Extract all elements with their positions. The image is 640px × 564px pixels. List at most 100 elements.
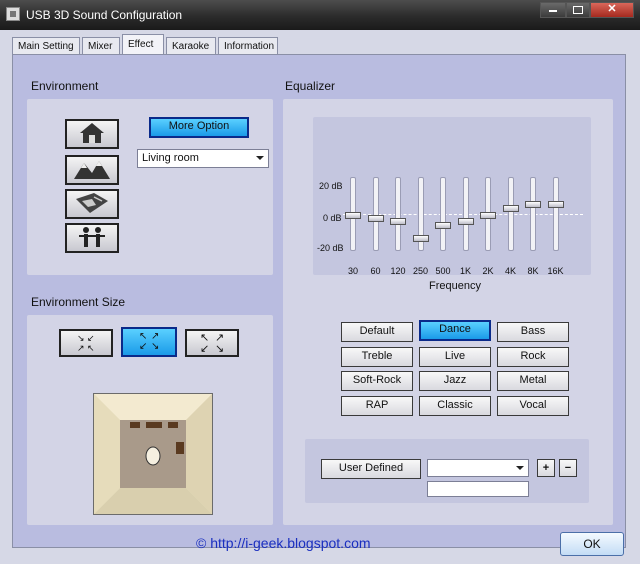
eq-slider-thumb-16K[interactable] (547, 201, 564, 209)
app-icon (6, 7, 20, 21)
svg-text:↘: ↘ (215, 343, 224, 353)
preset-jazz-button[interactable]: Jazz (419, 371, 491, 391)
freq-label-8K: 8K (527, 266, 539, 276)
environment-group: More Option Living room (27, 99, 273, 275)
window-title: USB 3D Sound Configuration (26, 8, 183, 22)
eq-slider-120[interactable] (390, 177, 406, 251)
tab-mixer[interactable]: Mixer (82, 37, 120, 55)
equalizer-heading: Equalizer (285, 79, 336, 93)
eq-slider-500[interactable] (435, 177, 451, 251)
freq-label-250: 250 (412, 266, 429, 276)
eq-slider-thumb-60[interactable] (367, 214, 384, 222)
large-room-icon: ↖ ↗ ↙ ↘ (200, 332, 224, 353)
svg-text:↗: ↗ (77, 343, 85, 353)
size-small-button[interactable]: ↘ ↙ ↗ ↖ (59, 329, 113, 357)
user-preset-name-field[interactable] (427, 481, 529, 497)
db-label-zero: 0 dB (323, 213, 342, 223)
people-icon (79, 227, 105, 247)
close-button[interactable]: ✕ (590, 2, 634, 18)
freq-label-500: 500 (435, 266, 451, 276)
eq-slider-thumb-4K[interactable] (502, 204, 519, 212)
size-medium-button[interactable]: ↖ ↗ ↙ ↘ (121, 327, 177, 357)
freq-label-1K: 1K (459, 266, 471, 276)
preset-dance-button[interactable]: Dance (419, 320, 491, 341)
svg-text:↙: ↙ (139, 341, 147, 351)
eq-slider-thumb-120[interactable] (390, 218, 406, 226)
eq-slider-thumb-250[interactable] (412, 234, 429, 242)
effect-panel: Environment More Option Living room Envi… (12, 54, 626, 548)
eq-slider-thumb-500[interactable] (435, 221, 451, 229)
room-preview (93, 393, 213, 515)
freq-label-2K: 2K (482, 266, 494, 276)
eq-slider-thumb-8K[interactable] (525, 201, 541, 209)
environment-select-value: Living room (142, 152, 199, 164)
preset-soft-rock-button[interactable]: Soft-Rock (341, 371, 413, 391)
eq-slider-16K[interactable] (547, 177, 564, 251)
website-link[interactable]: © http://i-geek.blogspot.com (196, 535, 371, 551)
chevron-down-icon (516, 466, 524, 470)
environment-select[interactable]: Living room (137, 149, 269, 168)
eq-slider-thumb-2K[interactable] (480, 211, 496, 219)
add-preset-button[interactable]: + (537, 459, 555, 477)
preset-rap-button[interactable]: RAP (341, 396, 413, 416)
preset-bass-button[interactable]: Bass (497, 322, 569, 342)
preset-rock-button[interactable]: Rock (497, 347, 569, 367)
preset-default-button[interactable]: Default (341, 322, 413, 342)
tab-karaoke[interactable]: Karaoke (166, 37, 216, 55)
eq-slider-250[interactable] (412, 177, 429, 251)
db-label-top: 20 dB (319, 181, 343, 191)
freq-label-30: 30 (347, 266, 358, 276)
small-room-icon: ↘ ↙ ↗ ↖ (77, 333, 95, 353)
ok-button[interactable]: OK (560, 532, 624, 556)
freq-label-16K: 16K (547, 266, 564, 276)
preset-treble-button[interactable]: Treble (341, 347, 413, 367)
svg-text:↙: ↙ (200, 343, 209, 353)
preset-classic-button[interactable]: Classic (419, 396, 491, 416)
eq-slider-30[interactable] (345, 177, 361, 251)
preset-metal-button[interactable]: Metal (497, 371, 569, 391)
env-mountains-button[interactable] (65, 155, 119, 185)
minimize-button[interactable] (540, 2, 566, 18)
tab-information[interactable]: Information (218, 37, 278, 55)
maximize-icon (573, 6, 583, 14)
preset-live-button[interactable]: Live (419, 347, 491, 367)
frequency-label: Frequency (429, 280, 481, 292)
svg-text:↖: ↖ (87, 343, 95, 353)
title-bar: USB 3D Sound Configuration ✕ (0, 0, 640, 30)
tab-main-setting[interactable]: Main Setting (12, 37, 80, 55)
env-people-button[interactable] (65, 223, 119, 253)
eq-slider-2K[interactable] (480, 177, 496, 251)
mountains-icon (74, 161, 110, 179)
svg-text:↙: ↙ (87, 333, 95, 343)
env-map-button[interactable] (65, 189, 119, 219)
remove-preset-button[interactable]: − (559, 459, 577, 477)
window-body: Main Setting Mixer Effect Karaoke Inform… (0, 30, 640, 564)
minimize-icon (549, 10, 557, 12)
eq-slider-4K[interactable] (502, 177, 519, 251)
map-icon (76, 193, 108, 213)
more-option-button[interactable]: More Option (149, 117, 249, 138)
size-large-button[interactable]: ↖ ↗ ↙ ↘ (185, 329, 239, 357)
eq-slider-thumb-1K[interactable] (457, 218, 474, 226)
eq-slider-thumb-30[interactable] (345, 211, 361, 219)
medium-room-icon: ↖ ↗ ↙ ↘ (139, 331, 159, 351)
freq-label-4K: 4K (504, 266, 516, 276)
maximize-button[interactable] (566, 2, 590, 18)
chevron-down-icon (256, 156, 264, 160)
freq-label-120: 120 (390, 266, 406, 276)
preset-vocal-button[interactable]: Vocal (497, 396, 569, 416)
house-icon (80, 123, 104, 143)
eq-slider-60[interactable] (367, 177, 384, 251)
user-preset-select[interactable] (427, 459, 529, 477)
close-icon: ✕ (607, 3, 617, 15)
environment-size-heading: Environment Size (31, 295, 126, 309)
svg-text:↘: ↘ (151, 341, 159, 351)
env-house-button[interactable] (65, 119, 119, 149)
user-defined-button[interactable]: User Defined (321, 459, 421, 479)
room-illustration (94, 394, 212, 514)
freq-label-60: 60 (370, 266, 381, 276)
tab-effect[interactable]: Effect (122, 34, 164, 56)
eq-slider-1K[interactable] (457, 177, 474, 251)
svg-text:↘: ↘ (77, 333, 85, 343)
eq-slider-8K[interactable] (525, 177, 541, 251)
